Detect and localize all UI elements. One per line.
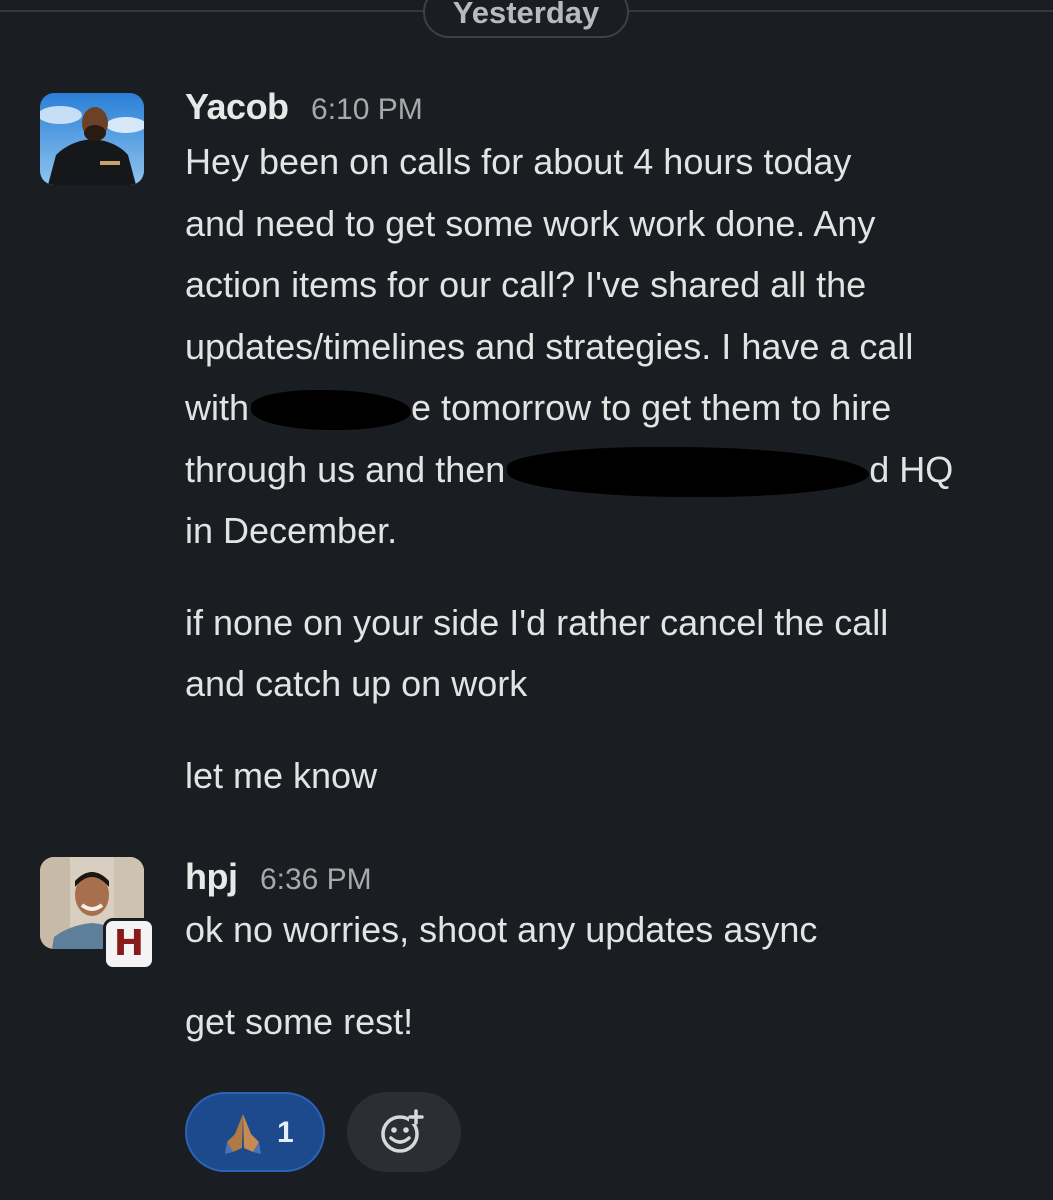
message-line: action items for our call? I've shared a… bbox=[185, 264, 867, 305]
message-body: hpj 6:36 PM ok no worries, shoot any upd… bbox=[185, 855, 1033, 1052]
message-line: get some rest! bbox=[185, 1000, 414, 1042]
message-line: and need to get some work work done. Any bbox=[185, 202, 876, 244]
folded-hands-icon bbox=[225, 1114, 261, 1154]
add-emoji-icon bbox=[381, 1109, 424, 1153]
message-fragment: with bbox=[185, 387, 260, 428]
timestamp[interactable]: 6:10 PM bbox=[311, 93, 423, 126]
message-text: ok no worries, shoot any updates async g… bbox=[185, 899, 1033, 1052]
message-text: Hey been on calls for about 4 hours toda… bbox=[185, 131, 1033, 806]
date-divider-label[interactable]: Yesterday bbox=[423, 0, 629, 38]
workspace-badge: H bbox=[103, 918, 155, 970]
message-fragment: e tomorrow to get them to hire bbox=[411, 387, 892, 428]
message-line: if none on your side I'd rather cancel t… bbox=[185, 601, 889, 643]
message-line: and catch up on work bbox=[185, 663, 528, 704]
add-reaction-button[interactable] bbox=[347, 1092, 461, 1172]
message-line: with e tomorrow to get them to hire bbox=[185, 377, 1033, 439]
sender-name[interactable]: hpj bbox=[185, 856, 238, 897]
message-line: in December. bbox=[185, 510, 398, 551]
message-body: Yacob 6:10 PM Hey been on calls for abou… bbox=[185, 85, 1033, 806]
message-line: Hey been on calls for about 4 hours toda… bbox=[185, 141, 852, 182]
message-header: hpj 6:36 PM bbox=[185, 855, 1033, 899]
message-fragment: through us and then bbox=[185, 448, 506, 490]
reaction-count: 1 bbox=[277, 1116, 294, 1149]
workspace-badge-letter: H bbox=[113, 923, 145, 964]
message-line: updates/timelines and strategies. I have… bbox=[185, 325, 914, 367]
message-line: through us and then d HQ bbox=[185, 439, 1033, 501]
sender-name[interactable]: Yacob bbox=[185, 86, 289, 127]
reaction-folded-hands[interactable]: 1 bbox=[185, 1092, 325, 1172]
message-line: ok no worries, shoot any updates async bbox=[185, 909, 818, 950]
redaction-mark bbox=[251, 390, 412, 431]
message-header: Yacob 6:10 PM bbox=[185, 85, 1033, 129]
date-divider: Yesterday bbox=[0, 0, 1053, 40]
message-line: let me know bbox=[185, 754, 378, 796]
message-fragment: d HQ bbox=[869, 448, 954, 490]
avatar-yacob[interactable] bbox=[40, 93, 144, 185]
timestamp[interactable]: 6:36 PM bbox=[260, 863, 372, 896]
redaction-mark bbox=[507, 446, 870, 497]
